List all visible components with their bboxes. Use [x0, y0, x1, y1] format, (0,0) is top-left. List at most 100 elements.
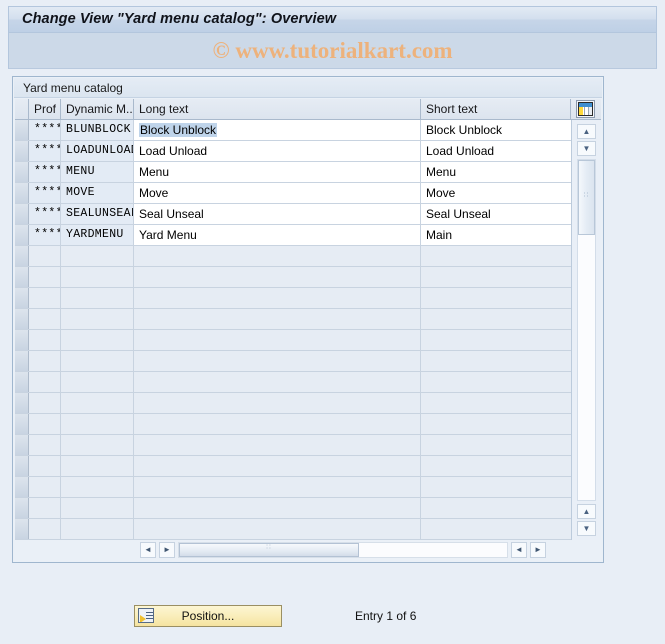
column-header-dynamic[interactable]: Dynamic M... — [61, 99, 134, 119]
cell-dynamic[interactable] — [61, 351, 134, 371]
table-row-empty[interactable] — [15, 309, 571, 330]
cell-long-text[interactable] — [134, 267, 421, 287]
scroll-first-column-button[interactable]: ◄ — [511, 542, 527, 558]
row-selector[interactable] — [15, 393, 29, 413]
cell-long-text[interactable] — [134, 477, 421, 497]
row-selector[interactable] — [15, 435, 29, 455]
cell-dynamic[interactable]: BLUNBLOCK — [61, 120, 134, 140]
scroll-page-up-button[interactable]: ▲ — [577, 504, 596, 519]
cell-prof[interactable] — [29, 351, 61, 371]
cell-long-text[interactable] — [134, 519, 421, 539]
grid-body[interactable]: **** BLUNBLOCK Block Unblock Block Unblock *… — [15, 120, 571, 540]
horizontal-scroll-track[interactable]: ∷ — [178, 542, 508, 558]
cell-prof[interactable]: **** — [29, 204, 61, 224]
cell-long-text[interactable]: Block Unblock — [134, 120, 421, 140]
table-row-empty[interactable] — [15, 288, 571, 309]
cell-short-text[interactable]: Menu — [421, 162, 571, 182]
table-row[interactable]: **** LOADUNLOAD Load Unload Load Unload — [15, 141, 571, 162]
cell-long-text[interactable] — [134, 456, 421, 476]
vertical-scroll-thumb[interactable]: ∷ — [578, 160, 595, 235]
cell-dynamic[interactable] — [61, 372, 134, 392]
cell-long-text[interactable] — [134, 246, 421, 266]
row-selector[interactable] — [15, 204, 29, 224]
cell-short-text[interactable] — [421, 456, 571, 476]
table-row[interactable]: **** YARDMENU Yard Menu Main — [15, 225, 571, 246]
table-row-empty[interactable] — [15, 351, 571, 372]
horizontal-scroll-thumb[interactable]: ∷ — [179, 543, 359, 557]
cell-long-text[interactable]: Seal Unseal — [134, 204, 421, 224]
scroll-right-button[interactable]: ► — [159, 542, 175, 558]
cell-short-text[interactable] — [421, 414, 571, 434]
row-selector[interactable] — [15, 267, 29, 287]
table-row-empty[interactable] — [15, 456, 571, 477]
table-row-empty[interactable] — [15, 477, 571, 498]
cell-long-text[interactable] — [134, 435, 421, 455]
cell-long-text[interactable]: Load Unload — [134, 141, 421, 161]
select-all-header[interactable] — [15, 99, 29, 119]
cell-short-text[interactable] — [421, 477, 571, 497]
cell-short-text[interactable] — [421, 309, 571, 329]
table-row-empty[interactable] — [15, 372, 571, 393]
table-row-empty[interactable] — [15, 414, 571, 435]
row-selector[interactable] — [15, 288, 29, 308]
cell-short-text[interactable] — [421, 288, 571, 308]
cell-dynamic[interactable]: YARDMENU — [61, 225, 134, 245]
cell-dynamic[interactable] — [61, 330, 134, 350]
cell-short-text[interactable] — [421, 330, 571, 350]
cell-prof[interactable] — [29, 456, 61, 476]
cell-prof[interactable]: **** — [29, 141, 61, 161]
cell-dynamic[interactable]: MOVE — [61, 183, 134, 203]
row-selector[interactable] — [15, 246, 29, 266]
cell-long-text[interactable] — [134, 414, 421, 434]
row-selector[interactable] — [15, 351, 29, 371]
cell-prof[interactable]: **** — [29, 120, 61, 140]
cell-prof[interactable] — [29, 414, 61, 434]
column-header-long-text[interactable]: Long text — [134, 99, 421, 119]
cell-short-text[interactable] — [421, 267, 571, 287]
cell-short-text[interactable] — [421, 519, 571, 539]
cell-dynamic[interactable] — [61, 519, 134, 539]
cell-dynamic[interactable] — [61, 435, 134, 455]
row-selector[interactable] — [15, 183, 29, 203]
row-selector[interactable] — [15, 141, 29, 161]
column-header-short-text[interactable]: Short text — [421, 99, 571, 119]
cell-prof[interactable] — [29, 372, 61, 392]
scroll-page-down-button[interactable]: ▼ — [577, 521, 596, 536]
cell-short-text[interactable]: Load Unload — [421, 141, 571, 161]
cell-long-text[interactable] — [134, 309, 421, 329]
scroll-left-button[interactable]: ◄ — [140, 542, 156, 558]
cell-short-text[interactable] — [421, 498, 571, 518]
row-selector[interactable] — [15, 414, 29, 434]
table-row[interactable]: **** SEALUNSEAL Seal Unseal Seal Unseal — [15, 204, 571, 225]
cell-prof[interactable] — [29, 246, 61, 266]
cell-prof[interactable] — [29, 477, 61, 497]
row-selector[interactable] — [15, 498, 29, 518]
cell-long-text[interactable] — [134, 288, 421, 308]
cell-short-text[interactable]: Block Unblock — [421, 120, 571, 140]
cell-long-text[interactable]: Menu — [134, 162, 421, 182]
vertical-scroll-track[interactable]: ∷ — [577, 159, 596, 501]
cell-dynamic[interactable] — [61, 456, 134, 476]
cell-prof[interactable] — [29, 267, 61, 287]
table-row[interactable]: **** MENU Menu Menu — [15, 162, 571, 183]
cell-prof[interactable] — [29, 519, 61, 539]
cell-prof[interactable]: **** — [29, 225, 61, 245]
cell-prof[interactable] — [29, 309, 61, 329]
cell-dynamic[interactable]: MENU — [61, 162, 134, 182]
table-row-empty[interactable] — [15, 393, 571, 414]
vertical-scrollbar[interactable]: ▲ ▼ ∷ ▲ ▼ — [571, 120, 601, 540]
row-selector[interactable] — [15, 120, 29, 140]
cell-short-text[interactable] — [421, 372, 571, 392]
table-columns-icon[interactable] — [576, 100, 595, 118]
cell-dynamic[interactable] — [61, 246, 134, 266]
cell-prof[interactable] — [29, 393, 61, 413]
cell-short-text[interactable] — [421, 393, 571, 413]
row-selector[interactable] — [15, 372, 29, 392]
table-row[interactable]: **** MOVE Move Move — [15, 183, 571, 204]
table-row-empty[interactable] — [15, 267, 571, 288]
scroll-last-column-button[interactable]: ► — [530, 542, 546, 558]
cell-long-text[interactable] — [134, 351, 421, 371]
cell-short-text[interactable] — [421, 246, 571, 266]
row-selector[interactable] — [15, 162, 29, 182]
cell-prof[interactable] — [29, 288, 61, 308]
